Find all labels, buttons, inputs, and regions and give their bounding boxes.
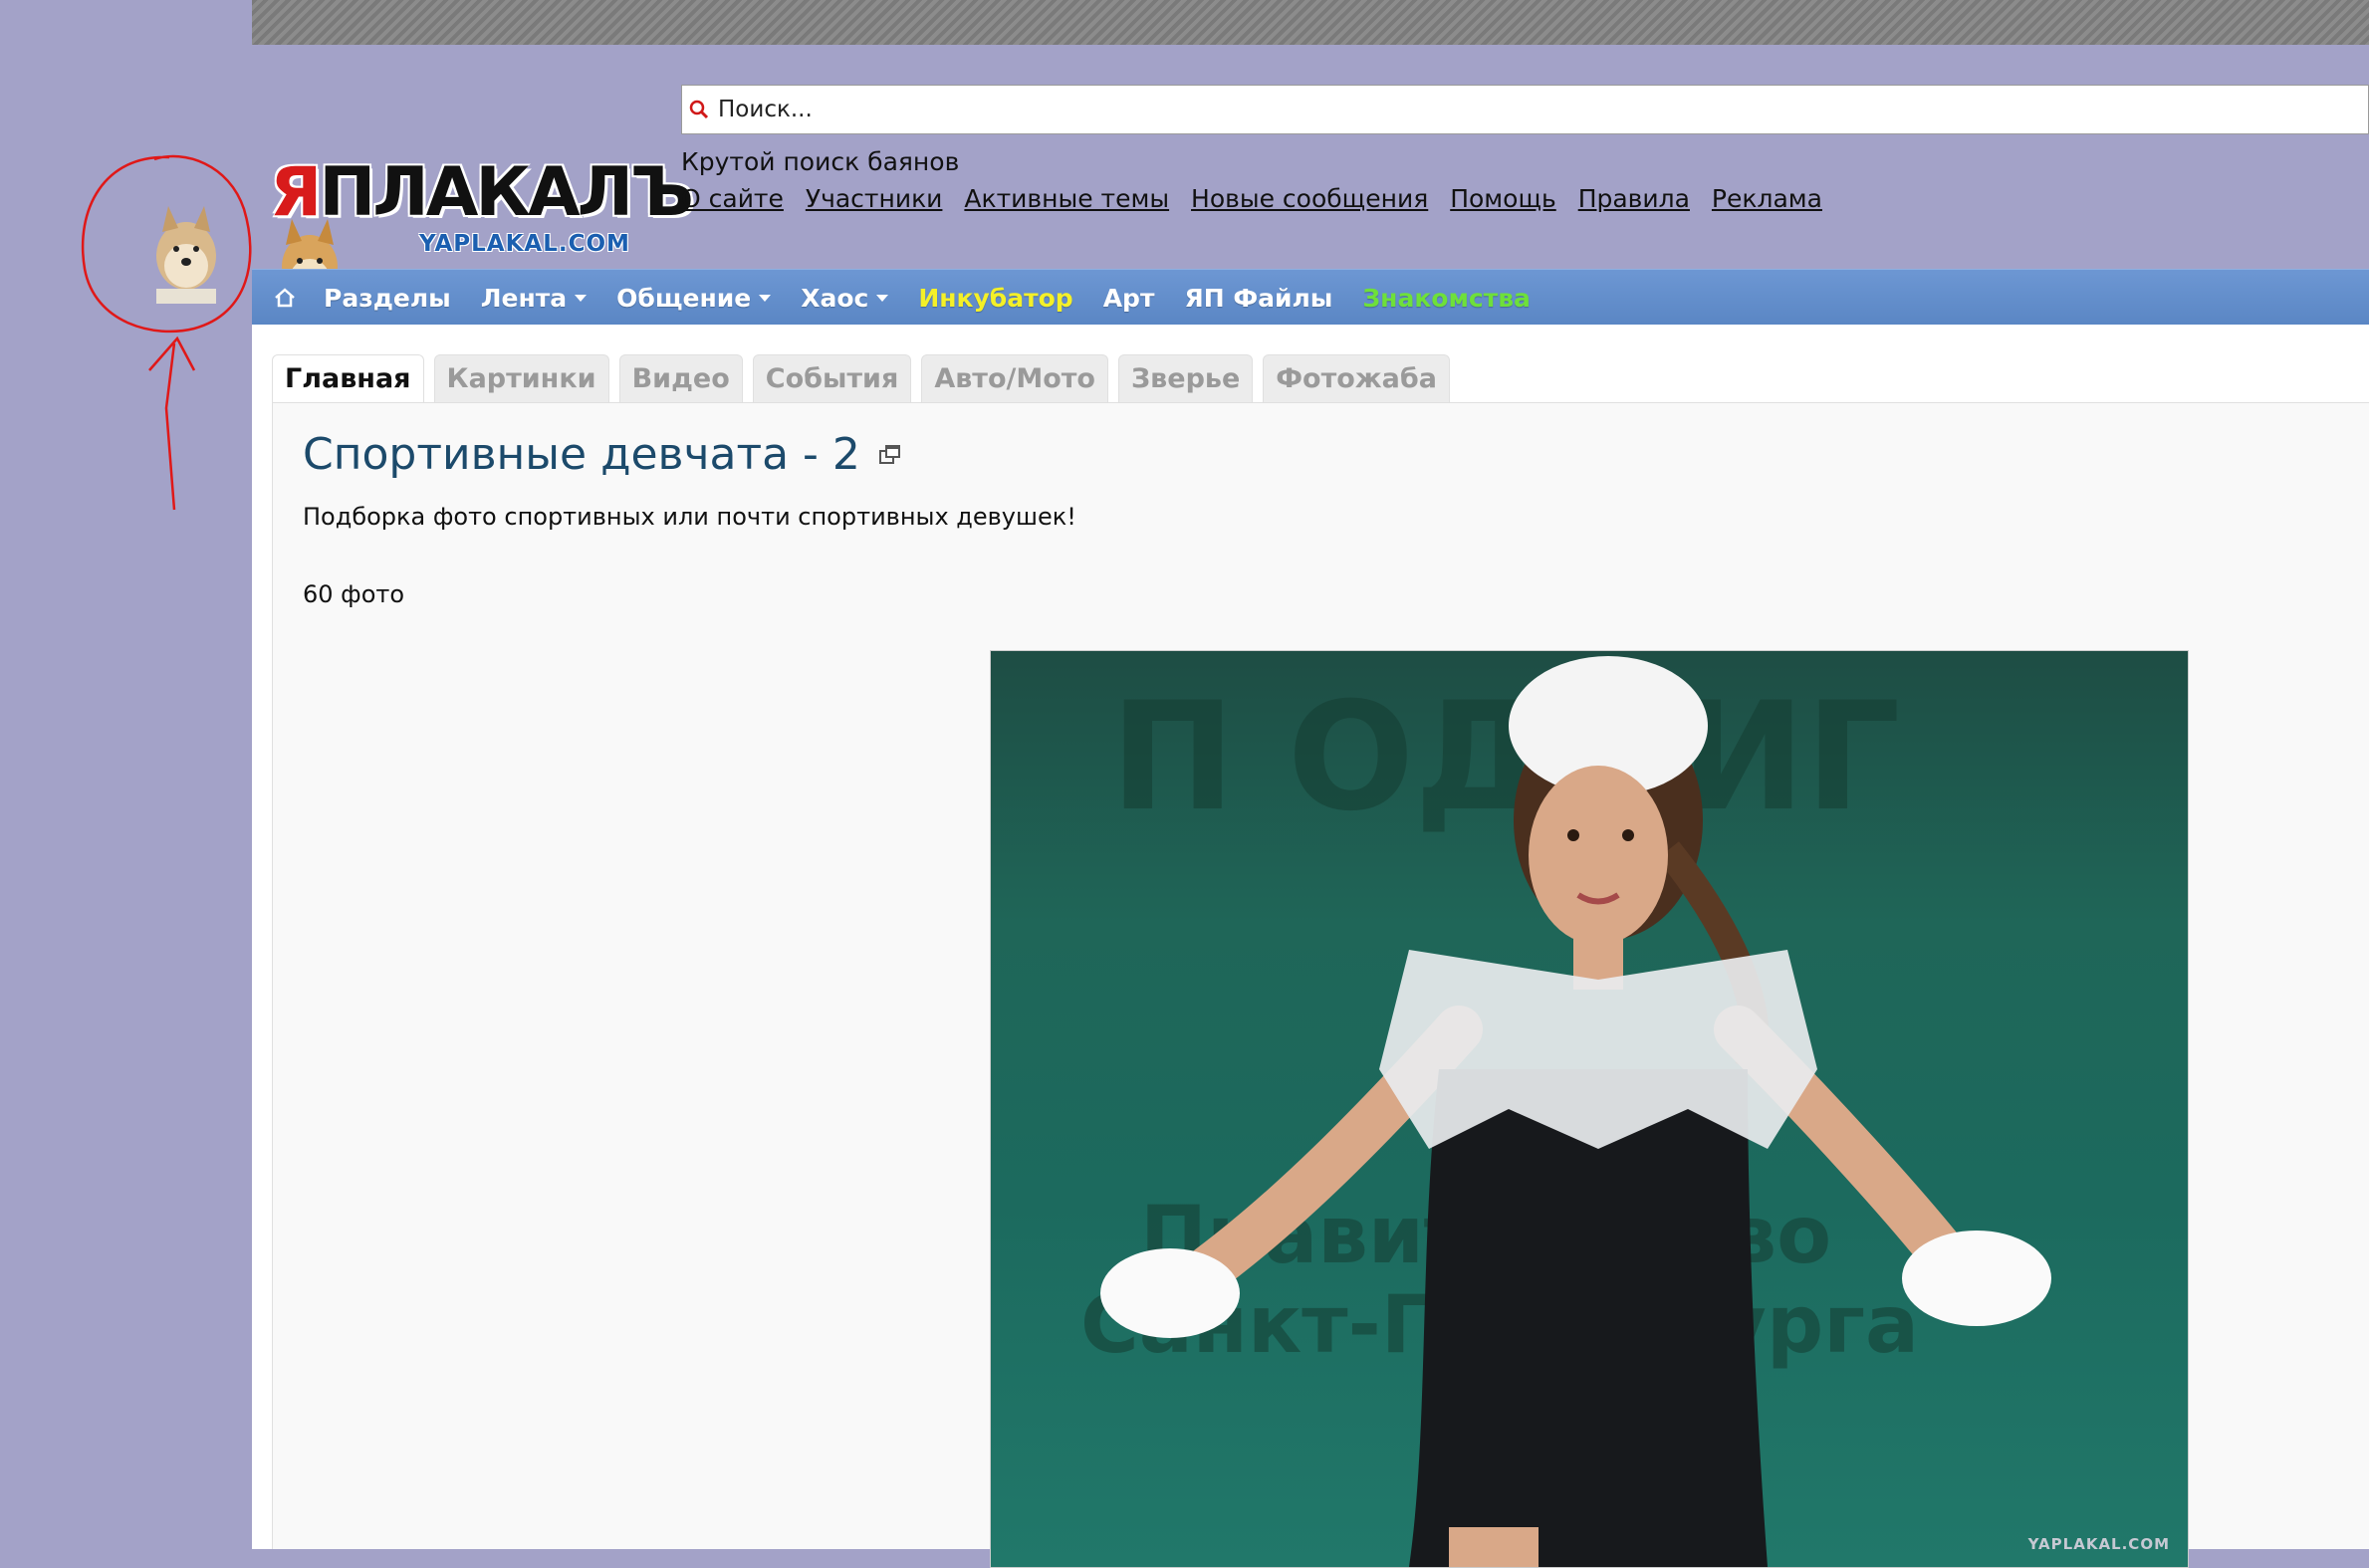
post-photo[interactable]: П ОДДИГ Правительство Санкт-Петербурга xyxy=(990,650,2189,1568)
nav-item-communication[interactable]: Общение xyxy=(616,283,772,313)
link-rules[interactable]: Правила xyxy=(1578,184,1690,213)
site-header: ЯПЛАКАЛЪ YAPLAKAL.COM Крутой поиск баяно… xyxy=(252,45,2369,299)
photo-watermark: YAPLAKAL.COM xyxy=(2027,1535,2170,1553)
link-new-posts[interactable]: Новые сообщения xyxy=(1191,184,1428,213)
nav-label: Арт xyxy=(1102,283,1155,313)
nav-label: Лента xyxy=(480,283,568,313)
nav-label: Хаос xyxy=(801,283,869,313)
nav-item-incubator[interactable]: Инкубатор xyxy=(918,284,1072,313)
home-icon[interactable] xyxy=(272,285,298,311)
main-nav: Разделы Лента Общение Хаос Инкубатор Арт… xyxy=(252,269,2369,326)
post-title[interactable]: Спортивные девчата - 2 xyxy=(303,429,902,480)
tab-pictures[interactable]: Картинки xyxy=(433,354,609,402)
nav-item-sections[interactable]: Разделы xyxy=(324,284,451,313)
top-bar xyxy=(252,0,2369,45)
tab-auto-moto[interactable]: Авто/Мото xyxy=(921,354,1108,402)
tab-photoshop[interactable]: Фотожаба xyxy=(1263,354,1450,402)
link-ads[interactable]: Реклама xyxy=(1712,184,1822,213)
link-about[interactable]: О сайте xyxy=(681,184,784,213)
link-help[interactable]: Помощь xyxy=(1450,184,1556,213)
tab-video[interactable]: Видео xyxy=(618,354,743,402)
red-annotation-drawing xyxy=(81,154,252,511)
chevron-down-icon xyxy=(575,294,588,302)
popout-icon[interactable] xyxy=(878,443,902,467)
nav-item-art[interactable]: Арт xyxy=(1103,284,1155,313)
nav-item-chaos[interactable]: Хаос xyxy=(801,283,889,313)
nav-item-files[interactable]: ЯП Файлы xyxy=(1184,284,1332,313)
nav-item-dating[interactable]: Знакомства xyxy=(1362,284,1530,313)
post-description: Подборка фото спортивных или почти спорт… xyxy=(303,503,1076,531)
content-area: Главная Картинки Видео События Авто/Мото… xyxy=(252,325,2369,1568)
tab-events[interactable]: События xyxy=(752,354,912,402)
post-panel: Спортивные девчата - 2 Подборка фото спо… xyxy=(272,403,2369,1568)
nav-label: Знакомства xyxy=(1362,283,1531,313)
nav-label: Инкубатор xyxy=(918,283,1073,313)
category-tabs: Главная Картинки Видео События Авто/Мото… xyxy=(272,354,1460,402)
link-members[interactable]: Участники xyxy=(806,184,943,213)
tab-animals[interactable]: Зверье xyxy=(1117,354,1254,402)
chevron-down-icon xyxy=(876,294,889,302)
tab-main[interactable]: Главная xyxy=(272,354,424,402)
link-active-topics[interactable]: Активные темы xyxy=(964,184,1169,213)
top-links: О сайте Участники Активные темы Новые со… xyxy=(681,184,1836,213)
photo-count: 60 фото xyxy=(303,580,405,608)
post-title-text: Спортивные девчата - 2 xyxy=(303,429,860,480)
logo-domain: YAPLAKAL.COM xyxy=(419,231,630,257)
search-tagline: Крутой поиск баянов xyxy=(681,147,960,176)
skater-figure xyxy=(1100,656,2051,1567)
nav-item-feed[interactable]: Лента xyxy=(480,283,588,313)
nav-label: Разделы xyxy=(324,283,451,313)
search-icon xyxy=(689,100,709,119)
search-bar[interactable] xyxy=(681,85,2369,134)
nav-label: ЯП Файлы xyxy=(1184,283,1333,313)
search-input[interactable] xyxy=(710,96,2368,123)
nav-label: Общение xyxy=(616,283,752,313)
chevron-down-icon xyxy=(759,294,772,302)
main-column: ЯПЛАКАЛЪ YAPLAKAL.COM Крутой поиск баяно… xyxy=(252,0,2369,1568)
